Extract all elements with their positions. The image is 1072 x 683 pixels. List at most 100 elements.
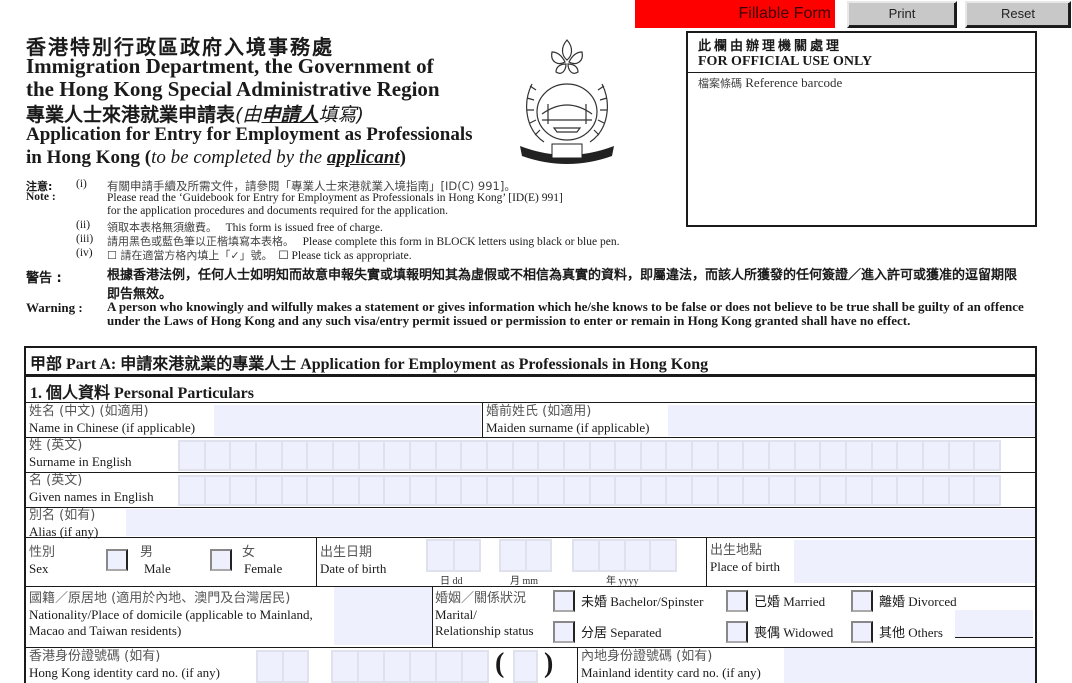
comb-cell[interactable] xyxy=(770,442,796,469)
part-a-title: 甲部 Part A: 申請來港就業的專業人士 Application for E… xyxy=(30,356,709,373)
comb-cell[interactable] xyxy=(231,442,257,469)
comb-cell[interactable] xyxy=(975,477,999,504)
maiden-surname-label-en: Maiden surname (if applicable) xyxy=(486,420,650,435)
comb-cell[interactable] xyxy=(283,442,309,469)
comb-cell[interactable] xyxy=(898,442,925,469)
comb-cell[interactable] xyxy=(437,477,463,504)
dob-day-input[interactable] xyxy=(426,539,481,572)
comb-cell[interactable] xyxy=(360,442,386,469)
comb-cell[interactable] xyxy=(642,442,668,469)
comb-cell[interactable] xyxy=(488,442,514,469)
nationality-input[interactable] xyxy=(334,587,432,645)
comb-cell[interactable] xyxy=(950,442,976,469)
comb-cell[interactable] xyxy=(616,477,642,504)
dob-month-input[interactable] xyxy=(499,539,552,572)
comb-cell[interactable] xyxy=(565,477,591,504)
marital-bachelor-checkbox[interactable] xyxy=(553,590,575,612)
comb-cell[interactable] xyxy=(206,477,232,504)
surname-comb-input[interactable] xyxy=(178,440,1001,471)
comb-cell[interactable] xyxy=(334,442,360,469)
comb-cell[interactable] xyxy=(591,477,617,504)
comb-cell[interactable] xyxy=(796,442,822,469)
dob-label: 出生日期 Date of birth xyxy=(320,545,386,576)
comb-cell[interactable] xyxy=(539,477,565,504)
marital-separated-checkbox[interactable] xyxy=(553,621,575,643)
comb-cell[interactable] xyxy=(924,442,950,469)
comb-cell[interactable] xyxy=(462,442,488,469)
note-text-en: for the application procedures and docum… xyxy=(107,205,449,217)
comb-cell[interactable] xyxy=(873,442,899,469)
alias-label-zh: 別名 (如有) xyxy=(29,508,96,523)
marital-others-input[interactable] xyxy=(955,610,1033,638)
comb-cell[interactable] xyxy=(334,477,360,504)
comb-cell[interactable] xyxy=(975,442,999,469)
sex-female-checkbox[interactable] xyxy=(210,549,232,571)
name-chinese-input[interactable] xyxy=(214,405,481,436)
comb-cell[interactable] xyxy=(744,442,771,469)
hkid-check-digit-input[interactable] xyxy=(513,650,538,683)
comb-cell[interactable] xyxy=(488,477,514,504)
comb-cell[interactable] xyxy=(616,442,642,469)
print-button[interactable]: Print xyxy=(847,1,957,28)
comb-cell[interactable] xyxy=(308,442,334,469)
comb-cell[interactable] xyxy=(744,477,771,504)
comb-cell[interactable] xyxy=(257,442,283,469)
comb-cell[interactable] xyxy=(847,442,873,469)
comb-cell[interactable] xyxy=(847,477,873,504)
place-of-birth-input[interactable] xyxy=(794,540,1035,583)
comb-cell[interactable] xyxy=(514,477,540,504)
comb-cell[interactable] xyxy=(231,477,257,504)
comb-cell[interactable] xyxy=(539,442,565,469)
alias-input[interactable] xyxy=(126,509,1035,536)
comb-cell[interactable] xyxy=(462,477,488,504)
dob-year-input[interactable] xyxy=(572,539,677,572)
maiden-surname-input[interactable] xyxy=(668,405,1035,436)
form-title-zh-applicant: 申請人 xyxy=(261,104,319,126)
comb-cell[interactable] xyxy=(924,477,950,504)
comb-cell[interactable] xyxy=(360,477,386,504)
comb-cell[interactable] xyxy=(565,442,591,469)
comb-cell[interactable] xyxy=(821,442,848,469)
comb-cell[interactable] xyxy=(873,477,899,504)
comb-cell[interactable] xyxy=(821,477,848,504)
marital-divorced-checkbox[interactable] xyxy=(851,590,873,612)
comb-cell[interactable] xyxy=(411,442,437,469)
comb-cell[interactable] xyxy=(283,477,309,504)
comb-cell[interactable] xyxy=(642,477,668,504)
comb-cell[interactable] xyxy=(411,477,437,504)
hkid-digits-input[interactable] xyxy=(331,650,489,683)
marital-married-checkbox[interactable] xyxy=(726,590,748,612)
mainland-id-input[interactable] xyxy=(784,648,1035,683)
warning-label-zh: 警告 : xyxy=(26,271,62,286)
note-num: (iv) xyxy=(76,247,93,259)
reset-button[interactable]: Reset xyxy=(965,1,1071,28)
comb-cell[interactable] xyxy=(667,442,694,469)
comb-cell[interactable] xyxy=(180,442,206,469)
comb-cell[interactable] xyxy=(950,477,976,504)
comb-cell[interactable] xyxy=(385,442,411,469)
comb-cell[interactable] xyxy=(770,477,796,504)
marital-others-checkbox[interactable] xyxy=(851,621,873,643)
comb-cell[interactable] xyxy=(257,477,283,504)
divider xyxy=(577,648,578,683)
comb-cell[interactable] xyxy=(693,442,719,469)
comb-cell[interactable] xyxy=(719,442,745,469)
comb-cell[interactable] xyxy=(308,477,334,504)
comb-cell[interactable] xyxy=(385,477,411,504)
comb-cell[interactable] xyxy=(514,442,540,469)
comb-cell[interactable] xyxy=(796,477,822,504)
given-names-comb-input[interactable] xyxy=(178,475,1001,506)
comb-cell[interactable] xyxy=(898,477,925,504)
comb-cell[interactable] xyxy=(180,477,206,504)
marital-widowed-checkbox[interactable] xyxy=(726,621,748,643)
comb-cell[interactable] xyxy=(591,442,617,469)
sex-male-checkbox[interactable] xyxy=(106,549,128,571)
official-use-box: 此欄由辦理機關處理 FOR OFFICIAL USE ONLY 檔案條碼 Ref… xyxy=(686,31,1037,227)
comb-cell[interactable] xyxy=(667,477,694,504)
comb-cell[interactable] xyxy=(719,477,745,504)
hkid-prefix-input[interactable] xyxy=(256,650,309,683)
sex-female-label-en: Female xyxy=(244,561,283,576)
comb-cell[interactable] xyxy=(206,442,232,469)
comb-cell[interactable] xyxy=(437,442,463,469)
comb-cell[interactable] xyxy=(693,477,719,504)
